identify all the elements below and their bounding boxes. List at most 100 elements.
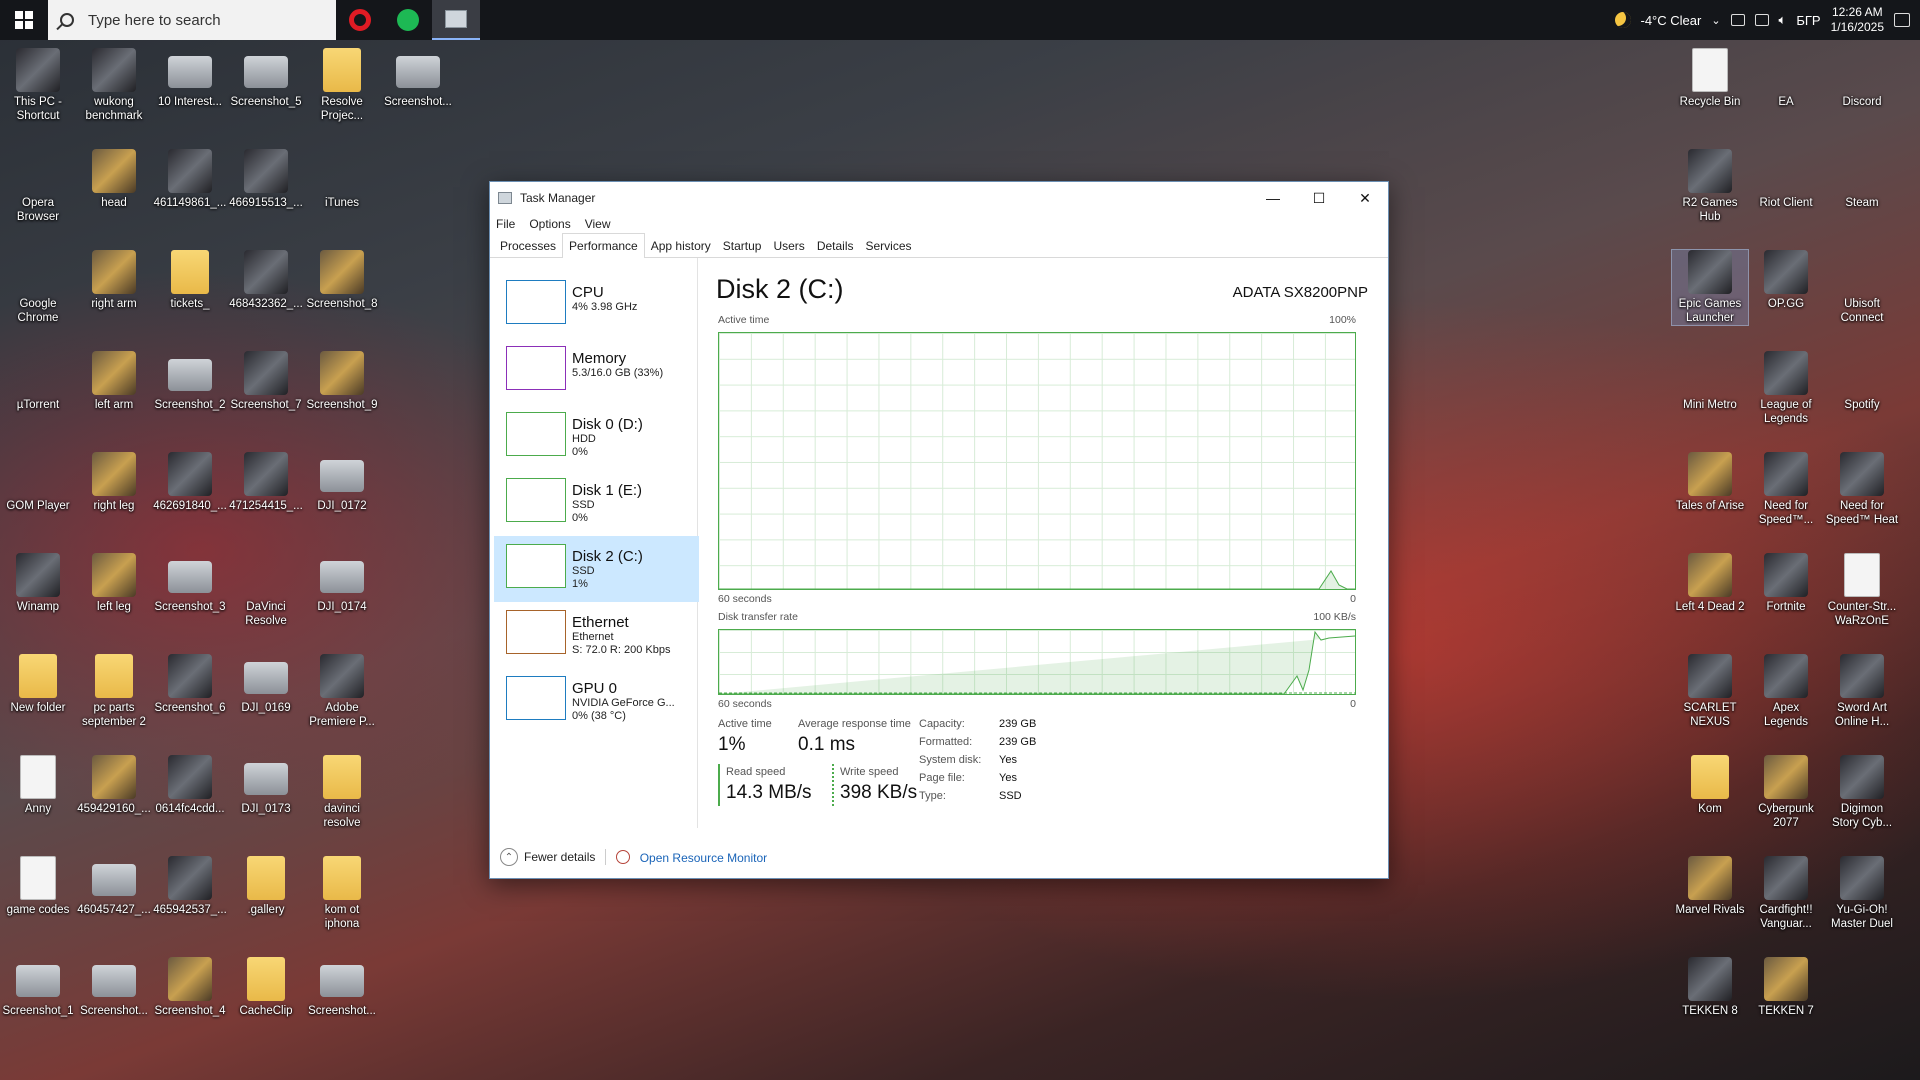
sidebar-item-ethernet[interactable]: Ethernet Ethernet S: 72.0 R: 200 Kbps [494,602,699,668]
tab-app-history[interactable]: App history [645,234,717,257]
desktop-icon[interactable]: DJI_0173 [228,755,304,816]
desktop-icon[interactable]: right arm [76,250,152,311]
desktop-icon[interactable]: Need for Speed™... [1748,452,1824,527]
desktop-icon[interactable]: game codes [0,856,76,917]
open-resource-monitor-link[interactable]: Open Resource Monitor [616,849,767,865]
desktop-icon[interactable]: Screenshot_4 [152,957,228,1018]
desktop-icon[interactable]: Screenshot_1 [0,957,76,1018]
notification-icon[interactable] [1894,13,1910,27]
volume-icon[interactable]: 🔈︎ [1779,12,1787,28]
desktop-icon[interactable]: Apex Legends [1748,654,1824,729]
tab-processes[interactable]: Processes [494,234,562,257]
maximize-button[interactable]: ☐ [1296,182,1342,214]
sidebar-item-cpu[interactable]: CPU 4% 3.98 GHz [494,272,699,338]
fewer-details-button[interactable]: ⌃ Fewer details [500,848,595,866]
desktop-icon[interactable]: Left 4 Dead 2 [1672,553,1748,614]
desktop-icon[interactable]: left arm [76,351,152,412]
desktop-icon[interactable]: davinci resolve [304,755,380,830]
desktop-icon[interactable]: Tales of Arise [1672,452,1748,513]
desktop-icon[interactable]: Anny [0,755,76,816]
desktop-icon[interactable]: Sword Art Online H... [1824,654,1900,729]
desktop-icon[interactable]: Riot Client [1748,149,1824,210]
desktop-icon[interactable]: 0614fc4cdd... [152,755,228,816]
desktop-icon[interactable]: Screenshot... [380,48,456,109]
desktop-icon[interactable]: Ubisoft Connect [1824,250,1900,325]
desktop-icon[interactable]: Google Chrome [0,250,76,325]
desktop-icon[interactable]: 459429160_... [76,755,152,816]
desktop-icon[interactable]: Kom [1672,755,1748,816]
desktop-icon[interactable]: Spotify [1824,351,1900,412]
sidebar-item-disk-1-e[interactable]: Disk 1 (E:) SSD 0% [494,470,699,536]
desktop-icon[interactable]: tickets_ [152,250,228,311]
close-button[interactable]: ✕ [1342,182,1388,214]
sidebar-item-disk-0-d[interactable]: Disk 0 (D:) HDD 0% [494,404,699,470]
desktop-icon[interactable]: left leg [76,553,152,614]
sidebar-item-disk-2-c[interactable]: Disk 2 (C:) SSD 1% [494,536,699,602]
desktop-icon[interactable]: Recycle Bin [1672,48,1748,109]
tab-users[interactable]: Users [767,234,810,257]
desktop-icon[interactable]: DJI_0169 [228,654,304,715]
desktop-icon[interactable]: TEKKEN 7 [1748,957,1824,1018]
desktop-icon[interactable]: OP.GG [1748,250,1824,311]
language-indicator[interactable]: БГР [1796,13,1820,28]
start-button[interactable] [0,0,48,40]
desktop-icon[interactable]: 462691840_... [152,452,228,513]
sidebar-item-gpu-0[interactable]: GPU 0 NVIDIA GeForce G... 0% (38 °C) [494,668,699,734]
desktop-icon[interactable]: Screenshot... [304,957,380,1018]
desktop-icon[interactable]: Need for Speed™ Heat [1824,452,1900,527]
taskbar-opera-button[interactable] [336,0,384,40]
desktop-icon[interactable]: GOM Player [0,452,76,513]
taskbar-spotify-button[interactable] [384,0,432,40]
desktop-icon[interactable]: µTorrent [0,351,76,412]
tab-performance[interactable]: Performance [562,233,645,258]
desktop-icon[interactable]: Screenshot_5 [228,48,304,109]
taskbar-taskmanager-button[interactable] [432,0,480,40]
usb-icon[interactable] [1730,14,1745,26]
tab-details[interactable]: Details [811,234,860,257]
desktop-icon[interactable]: Resolve Projec... [304,48,380,123]
desktop-icon[interactable]: R2 Games Hub [1672,149,1748,224]
desktop-icon[interactable]: wukong benchmark [76,48,152,123]
desktop-icon[interactable]: Digimon Story Cyb... [1824,755,1900,830]
menu-options[interactable]: Options [529,217,570,231]
desktop-icon[interactable]: TEKKEN 8 [1672,957,1748,1018]
desktop-icon[interactable]: Counter-Str... WaRzOnE [1824,553,1900,628]
desktop-icon[interactable]: Screenshot_8 [304,250,380,311]
clock[interactable]: 12:26 AM 1/16/2025 [1831,5,1884,35]
desktop-icon[interactable]: kom ot iphona [304,856,380,931]
desktop-icon[interactable]: DJI_0172 [304,452,380,513]
desktop-icon[interactable]: 466915513_... [228,149,304,210]
desktop-icon[interactable]: Cardfight!! Vanguar... [1748,856,1824,931]
desktop-icon[interactable]: Screenshot_6 [152,654,228,715]
desktop-icon[interactable]: Screenshot_7 [228,351,304,412]
desktop-icon[interactable]: League of Legends [1748,351,1824,426]
desktop-icon[interactable]: right leg [76,452,152,513]
title-bar[interactable]: Task Manager — ☐ ✕ [490,182,1388,214]
desktop-icon[interactable]: Yu-Gi-Oh! Master Duel [1824,856,1900,931]
desktop-icon[interactable]: New folder [0,654,76,715]
desktop-icon[interactable]: .gallery [228,856,304,917]
desktop-icon[interactable]: Steam [1824,149,1900,210]
taskbar-search-box[interactable]: Type here to search [48,0,336,40]
desktop-icon[interactable]: Marvel Rivals [1672,856,1748,917]
desktop-icon[interactable]: 471254415_... [228,452,304,513]
desktop-icon[interactable]: Screenshot_9 [304,351,380,412]
desktop-icon[interactable]: Screenshot... [76,957,152,1018]
desktop-icon[interactable]: CacheClip [228,957,304,1018]
desktop-icon[interactable]: SCARLET NEXUS [1672,654,1748,729]
desktop-icon[interactable]: Mini Metro [1672,351,1748,412]
network-icon[interactable] [1754,14,1769,26]
desktop-icon[interactable]: Adobe Premiere P... [304,654,380,729]
tab-startup[interactable]: Startup [717,234,768,257]
desktop-icon[interactable]: Epic Games Launcher [1671,249,1749,326]
sidebar-item-memory[interactable]: Memory 5.3/16.0 GB (33%) [494,338,699,404]
tab-services[interactable]: Services [860,234,918,257]
desktop-icon[interactable]: Opera Browser [0,149,76,224]
desktop-icon[interactable]: Discord [1824,48,1900,109]
desktop-icon[interactable]: 10 Interest... [152,48,228,109]
menu-file[interactable]: File [496,217,515,231]
desktop-icon[interactable]: 461149861_... [152,149,228,210]
desktop-icon[interactable]: Cyberpunk 2077 [1748,755,1824,830]
desktop-icon[interactable]: Screenshot_2 [152,351,228,412]
desktop-icon[interactable]: 468432362_... [228,250,304,311]
